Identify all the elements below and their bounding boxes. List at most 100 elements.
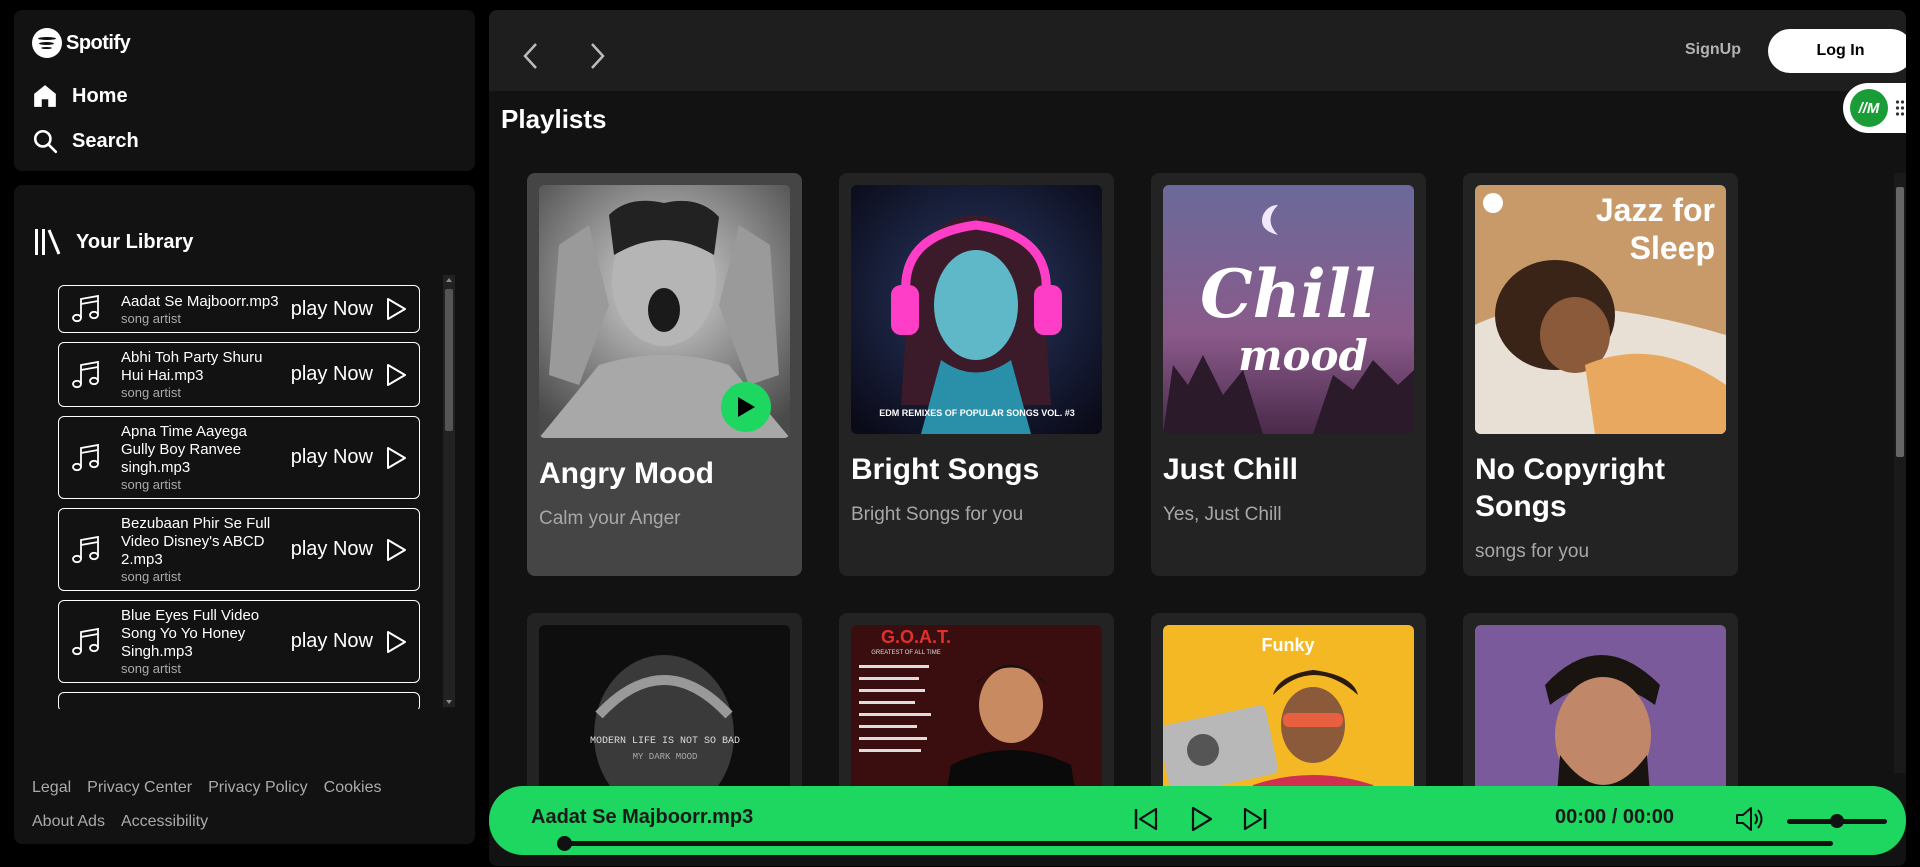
playlist-subtitle: Calm your Anger — [539, 508, 681, 529]
search-icon — [33, 129, 58, 154]
music-note-icon — [72, 360, 99, 388]
playlist-title: Just Chill — [1163, 453, 1299, 486]
next-track-icon[interactable] — [1241, 804, 1269, 834]
play-icon — [387, 446, 406, 469]
song-title: Apna Time Aayega Gully Boy Ranvee singh.… — [121, 423, 247, 476]
playlist-subtitle: songs for you — [1475, 541, 1590, 562]
playlist-card[interactable]: MODERN LIFE IS NOT SO BAD MY DARK MOOD — [527, 613, 802, 825]
footer-link[interactable]: Privacy Center — [87, 771, 192, 805]
playlist-cover: EDM REMIXES OF POPULAR SONGS VOL. #3 — [851, 185, 1102, 434]
play-now-button[interactable]: play Now — [291, 296, 409, 322]
seek-bar-handle[interactable] — [557, 836, 572, 851]
play-icon — [738, 397, 755, 417]
play-icon — [387, 630, 406, 653]
playlist-card[interactable]: G.O.A.T. GREATEST OF ALL TIME — [839, 613, 1114, 825]
nav-home[interactable]: Home — [32, 83, 128, 109]
playlist-card[interactable] — [1463, 613, 1738, 825]
svg-text:MY DARK MOOD: MY DARK MOOD — [633, 752, 698, 762]
home-icon — [34, 85, 56, 107]
previous-track-icon[interactable] — [1132, 804, 1160, 834]
song-artist: song artist — [121, 569, 181, 584]
song-artist: song artist — [121, 385, 181, 400]
footer-link[interactable]: Accessibility — [121, 805, 208, 839]
library-icon — [35, 229, 61, 255]
app: Spotify Home Search Your Library Aadat S… — [0, 0, 1920, 867]
playlist-subtitle: Bright Songs for you — [851, 504, 1024, 525]
playlist-card[interactable]: Funky — [1151, 613, 1426, 825]
library-song-item[interactable]: Bezubaan Phir Se Full Video Disney's ABC… — [58, 508, 420, 591]
play-now-button[interactable]: play Now — [291, 537, 409, 563]
playlist-card[interactable]: Chill mood Just Chill Yes, Just Chill — [1151, 173, 1426, 576]
svg-text:Jazz for: Jazz for — [1596, 192, 1715, 228]
footer-links: Legal Privacy Center Privacy Policy Cookies… — [32, 771, 472, 839]
main-content: SignUp Log In //M Playlists Angry Mood C… — [489, 10, 1906, 866]
music-note-icon — [72, 294, 99, 323]
play-now-label: play Now — [290, 538, 373, 560]
play-icon[interactable] — [1187, 804, 1215, 834]
song-artist: song artist — [121, 661, 181, 676]
library-song-item[interactable] — [58, 692, 420, 709]
library-header[interactable]: Your Library — [32, 227, 193, 257]
main-scrollbar[interactable] — [1894, 173, 1906, 773]
forward-arrow-icon[interactable] — [585, 40, 609, 72]
play-now-button[interactable]: play Now — [291, 629, 409, 655]
svg-text:GREATEST OF ALL TIME: GREATEST OF ALL TIME — [871, 650, 940, 656]
nav-home-label: Home — [72, 84, 128, 107]
scrollbar-thumb[interactable] — [1896, 187, 1904, 457]
footer-link[interactable]: Legal — [32, 771, 71, 805]
back-arrow-icon[interactable] — [519, 40, 543, 72]
player-bar: Aadat Se Majboorr.mp3 00:00 / 00:00 — [489, 786, 1906, 855]
library-song-item[interactable]: Aadat Se Majboorr.mp3 song artist play N… — [58, 285, 420, 333]
song-title: Blue Eyes Full Video Song Yo Yo Honey Si… — [121, 607, 260, 660]
volume-slider-handle[interactable] — [1830, 814, 1844, 828]
song-title: Abhi Toh Party Shuru Hui Hai.mp3 — [121, 349, 263, 384]
spotify-logo[interactable]: Spotify — [32, 28, 131, 58]
music-note-icon — [72, 535, 99, 563]
song-title: Aadat Se Majboorr.mp3 — [121, 292, 279, 310]
playlist-title: No Copyright Songs — [1475, 453, 1665, 523]
playlist-card[interactable]: EDM REMIXES OF POPULAR SONGS VOL. #3 Bri… — [839, 173, 1114, 576]
section-title: Playlists — [501, 104, 607, 134]
scrollbar-thumb[interactable] — [445, 289, 453, 431]
library-list: Aadat Se Majboorr.mp3 song artist play N… — [58, 285, 430, 709]
play-button[interactable] — [721, 382, 771, 432]
library-scrollbar[interactable] — [443, 275, 455, 707]
nav-search-label: Search — [72, 129, 139, 152]
brand-name: Spotify — [66, 31, 131, 54]
music-note-icon — [72, 627, 99, 655]
spotify-icon — [32, 28, 62, 58]
playlist-title: Angry Mood — [539, 457, 714, 490]
playlist-card[interactable]: Jazz for Sleep No Copyright Songs songs … — [1463, 173, 1738, 576]
volume-icon[interactable] — [1733, 803, 1765, 835]
play-now-button[interactable]: play Now — [291, 445, 409, 471]
svg-text:G.O.A.T.: G.O.A.T. — [881, 627, 951, 647]
drag-handle-icon[interactable] — [1895, 99, 1905, 117]
play-now-label: play Now — [290, 363, 373, 385]
library-song-item[interactable]: Abhi Toh Party Shuru Hui Hai.mp3 song ar… — [58, 342, 420, 407]
svg-text:mood: mood — [1238, 331, 1368, 380]
footer-link[interactable]: Cookies — [324, 771, 382, 805]
svg-text:Sleep: Sleep — [1630, 230, 1715, 266]
playlist-subtitle: Yes, Just Chill — [1163, 504, 1282, 525]
login-button[interactable]: Log In — [1768, 29, 1906, 73]
library-song-item[interactable]: Apna Time Aayega Gully Boy Ranvee singh.… — [58, 416, 420, 499]
library-song-item[interactable]: Blue Eyes Full Video Song Yo Yo Honey Si… — [58, 600, 420, 683]
nav-panel: Spotify Home Search — [14, 10, 475, 171]
play-now-button[interactable]: play Now — [291, 362, 409, 388]
svg-text:Chill: Chill — [1200, 255, 1376, 333]
signup-link[interactable]: SignUp — [1685, 41, 1741, 59]
svg-text:EDM REMIXES OF POPULAR SONGS V: EDM REMIXES OF POPULAR SONGS VOL. #3 — [879, 408, 1075, 418]
playlist-card[interactable]: Angry Mood Calm your Anger — [527, 173, 802, 576]
music-note-icon — [72, 443, 99, 471]
play-now-label: play Now — [290, 297, 373, 320]
play-icon — [387, 538, 406, 561]
footer-link[interactable]: About Ads — [32, 805, 105, 839]
extension-badge[interactable]: //M — [1843, 83, 1906, 133]
seek-bar[interactable] — [563, 841, 1833, 846]
play-now-label: play Now — [290, 630, 373, 652]
footer-link[interactable]: Privacy Policy — [208, 771, 308, 805]
svg-text:MODERN LIFE IS NOT SO BAD: MODERN LIFE IS NOT SO BAD — [590, 736, 740, 747]
play-icon — [387, 363, 406, 386]
nav-search[interactable]: Search — [32, 128, 139, 154]
badge-logo: //M — [1850, 89, 1888, 127]
